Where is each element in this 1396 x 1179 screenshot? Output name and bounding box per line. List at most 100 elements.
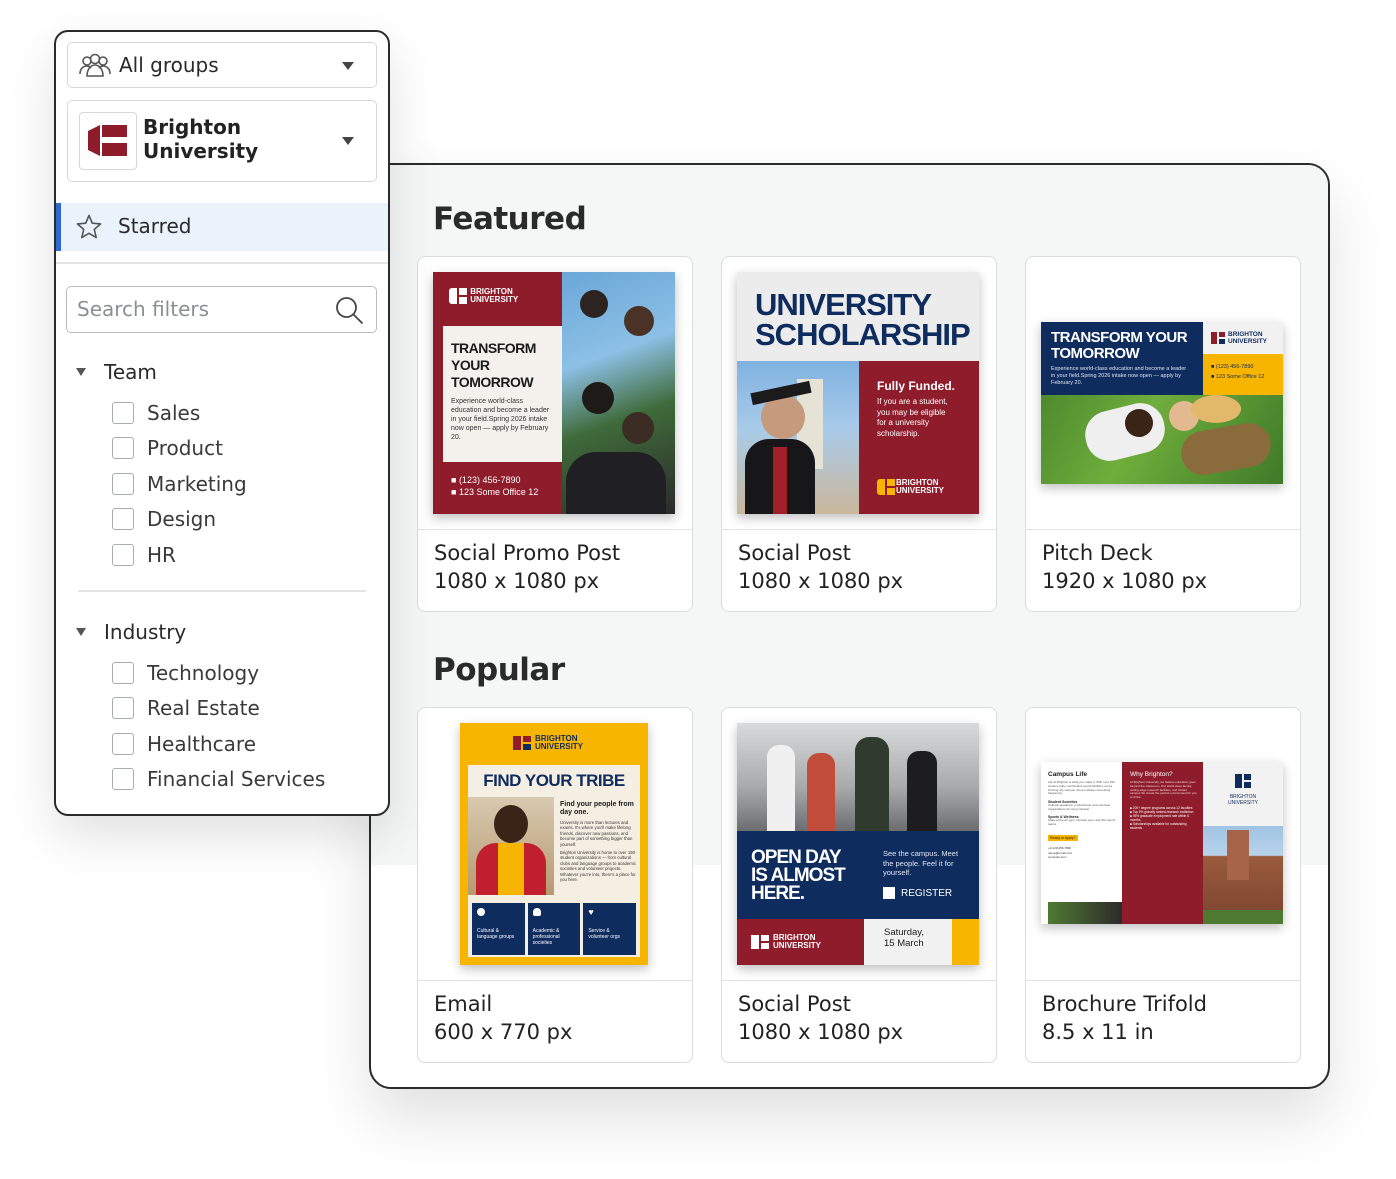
filter-option[interactable]: Real Estate — [112, 695, 260, 721]
caret-down-icon — [342, 137, 354, 145]
section-title-featured: Featured — [433, 201, 587, 237]
template-size: 1080 x 1080 px — [434, 569, 600, 593]
checkbox[interactable] — [112, 508, 134, 530]
brochure-contacts: +1(123)456-7890 name@email.com somesite.… — [1048, 846, 1073, 859]
filter-option[interactable]: Technology — [112, 660, 259, 686]
starred-label: Starred — [118, 214, 192, 238]
template-card[interactable]: TRANSFORM YOUR TOMORROW Experience world… — [1025, 256, 1301, 612]
filter-group-team[interactable]: Team — [76, 360, 157, 384]
heart-icon: ♥ — [588, 907, 594, 917]
checkbox[interactable] — [112, 473, 134, 495]
campus-building-photo — [1203, 826, 1283, 924]
event-date: Saturday, 15 March — [864, 919, 952, 965]
groups-dropdown[interactable]: All groups — [67, 42, 377, 88]
promo-contacts: ■ (123) 456-7890 ■ 123 Some Office 12 — [451, 475, 539, 497]
template-card[interactable]: BRIGHTON UNIVERSITY FIND YOUR TRIBE Find… — [417, 707, 693, 1063]
brighton-logo-icon — [79, 112, 137, 170]
checkbox[interactable] — [112, 733, 134, 755]
organization-dropdown[interactable]: Brighton University — [67, 100, 377, 182]
email-copy: Find your people from day one. Universit… — [560, 801, 636, 883]
template-name: Social Post — [738, 992, 851, 1016]
brighton-logo-icon — [877, 479, 895, 495]
arrow-icon — [883, 887, 895, 899]
brand-lockup: BRIGHTON UNIVERSITY — [1203, 322, 1283, 354]
graduate-photo — [737, 361, 859, 514]
card-preview-area: Campus Life Life at Brighton is what you… — [1026, 708, 1300, 981]
brighton-logo-icon — [751, 935, 769, 949]
template-thumbnail: TRANSFORM YOUR TOMORROW Experience world… — [1041, 322, 1283, 484]
brighton-logo-icon — [1211, 332, 1225, 344]
template-card[interactable]: UNIVERSITY SCHOLARSHIP Fully Funded. If … — [721, 256, 997, 612]
filter-option[interactable]: Design — [112, 506, 216, 532]
brand-lockup: BRIGHTON UNIVERSITY — [1203, 774, 1283, 806]
brand-lockup: BRIGHTON UNIVERSITY — [460, 735, 648, 751]
students-photo — [562, 272, 675, 514]
filter-option[interactable]: HR — [112, 542, 176, 568]
student-photo — [468, 797, 554, 895]
template-name: Pitch Deck — [1042, 541, 1153, 565]
template-size: 1080 x 1080 px — [738, 569, 904, 593]
section-title-popular: Popular — [433, 652, 565, 688]
checkbox[interactable] — [112, 437, 134, 459]
brand-lockup: BRIGHTON UNIVERSITY — [449, 288, 559, 304]
organization-name: Brighton University — [143, 115, 259, 163]
people-icon — [78, 52, 112, 78]
template-size: 8.5 x 11 in — [1042, 1020, 1154, 1044]
card-preview-area: BRIGHTON UNIVERSITY TRANSFORM YOUR TOMOR… — [418, 257, 692, 530]
openday-headline: OPEN DAY IS ALMOST HERE. — [751, 847, 846, 904]
template-name: Social Post — [738, 541, 851, 565]
card-preview-area: BRIGHTON UNIVERSITY FIND YOUR TRIBE Find… — [418, 708, 692, 981]
template-name: Social Promo Post — [434, 541, 621, 565]
pitch-contacts: ■ (123) 456-7890 ■ 123 Some Office 12 — [1203, 354, 1283, 395]
star-icon — [75, 213, 103, 241]
checkbox[interactable] — [112, 544, 134, 566]
register-button[interactable]: REGISTER — [883, 887, 952, 899]
email-body: FIND YOUR TRIBE Find your people from da… — [468, 765, 640, 957]
lightbulb-icon — [532, 908, 541, 916]
template-name: Brochure Trifold — [1042, 992, 1207, 1016]
checkbox[interactable] — [112, 768, 134, 790]
template-card[interactable]: BRIGHTON UNIVERSITY TRANSFORM YOUR TOMOR… — [417, 256, 693, 612]
starred-filter[interactable]: Starred — [56, 203, 388, 251]
caret-down-icon — [342, 62, 354, 70]
search-filters-field[interactable] — [66, 286, 377, 333]
filter-option[interactable]: Sales — [112, 400, 200, 426]
template-name: Email — [434, 992, 493, 1016]
brochure-panel-why-brighton: Why Brighton? At Brighton University, we… — [1122, 762, 1203, 924]
feature-tiles: Cultural & language groups Academic & pr… — [472, 903, 637, 955]
filter-sidebar: All groups Brighton University Starred S… — [54, 30, 390, 816]
template-thumbnail: OPEN DAY IS ALMOST HERE. See the campus.… — [737, 723, 979, 965]
checkbox[interactable] — [112, 662, 134, 684]
card-preview-area: OPEN DAY IS ALMOST HERE. See the campus.… — [722, 708, 996, 981]
filter-option[interactable]: Marketing — [112, 471, 247, 497]
divider — [56, 262, 388, 264]
checkbox[interactable] — [112, 402, 134, 424]
template-size: 1080 x 1080 px — [738, 1020, 904, 1044]
filter-option[interactable]: Financial Services — [112, 766, 325, 792]
search-input[interactable] — [77, 296, 317, 322]
brighton-logo-icon — [1235, 774, 1251, 788]
template-size: 600 x 770 px — [434, 1020, 573, 1044]
brand-lockup: BRIGHTON UNIVERSITY — [737, 919, 864, 965]
template-size: 1920 x 1080 px — [1042, 569, 1208, 593]
template-card[interactable]: OPEN DAY IS ALMOST HERE. See the campus.… — [721, 707, 997, 1063]
scholarship-headline: UNIVERSITY SCHOLARSHIP — [755, 287, 971, 352]
template-gallery: Featured BRIGHTON UNIVERSITY TRANSFORM Y… — [369, 163, 1330, 1089]
filter-group-industry[interactable]: Industry — [76, 620, 186, 644]
template-thumbnail: BRIGHTON UNIVERSITY TRANSFORM YOUR TOMOR… — [433, 272, 675, 514]
feature-tile: Academic & professional societies — [527, 903, 581, 955]
filter-option[interactable]: Healthcare — [112, 731, 256, 757]
brand-lockup: BRIGHTON UNIVERSITY — [877, 479, 973, 495]
checkbox[interactable] — [112, 697, 134, 719]
template-card[interactable]: Campus Life Life at Brighton is what you… — [1025, 707, 1301, 1063]
filter-option[interactable]: Product — [112, 435, 223, 461]
brochure-panel-cover: BRIGHTON UNIVERSITY — [1203, 762, 1283, 924]
promo-headline: TRANSFORM YOUR TOMORROW — [451, 340, 536, 390]
template-thumbnail: BRIGHTON UNIVERSITY FIND YOUR TRIBE Find… — [460, 723, 648, 965]
card-preview-area: UNIVERSITY SCHOLARSHIP Fully Funded. If … — [722, 257, 996, 530]
brighton-logo-icon — [513, 736, 531, 750]
search-icon[interactable] — [334, 295, 364, 325]
brochure-benefits: ■ 200+ degree programs across 12 faculti… — [1130, 805, 1194, 830]
brighton-logo-icon — [449, 288, 467, 304]
pitch-header: TRANSFORM YOUR TOMORROW Experience world… — [1041, 322, 1203, 395]
